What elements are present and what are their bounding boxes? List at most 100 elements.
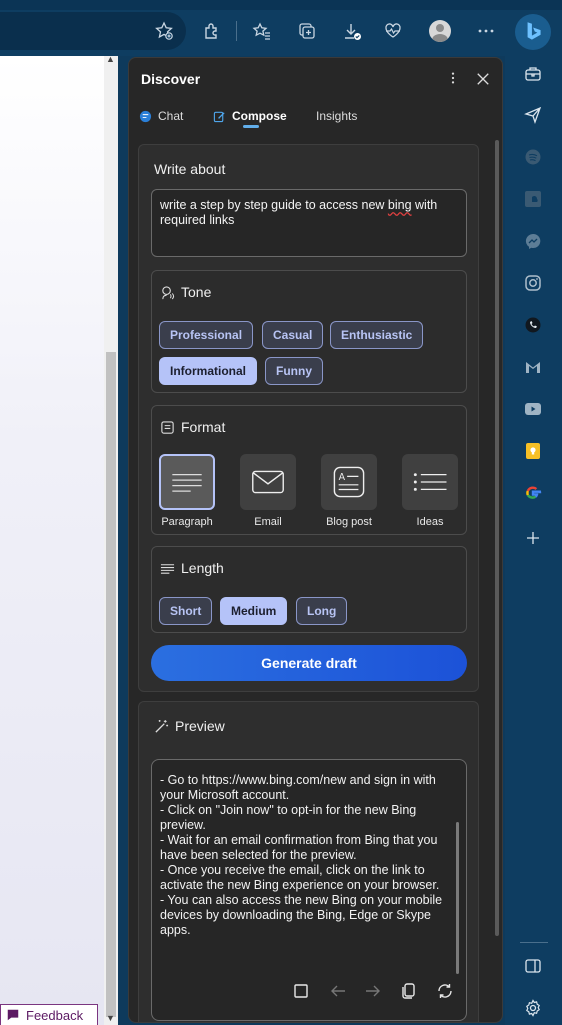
profile-avatar[interactable] — [427, 18, 453, 44]
tab-insights[interactable]: Insights — [316, 106, 357, 126]
preview-line: - Go to https://www.bing.com/new and sig… — [160, 773, 436, 802]
toolbar-separator — [236, 21, 237, 41]
tone-header: Tone — [160, 284, 211, 300]
tone-label: Tone — [181, 284, 212, 300]
tone-casual-chip[interactable]: Casual — [262, 321, 324, 349]
tone-card: Tone Professional Casual Enthusiastic In… — [151, 270, 467, 393]
panel-scrollbar[interactable] — [495, 140, 499, 936]
browser-toolbar — [0, 10, 562, 56]
youtube-icon[interactable] — [521, 397, 545, 421]
write-about-input[interactable]: write a step by step guide to access new… — [151, 189, 467, 257]
web-page-content — [0, 56, 104, 1025]
scroll-up-arrow-icon[interactable]: ▲ — [106, 54, 115, 64]
settings-icon[interactable] — [521, 996, 545, 1020]
format-ideas-option[interactable]: Ideas — [401, 454, 459, 528]
feedback-icon — [7, 1009, 19, 1021]
ideas-icon — [402, 454, 458, 510]
previous-icon[interactable] — [327, 980, 349, 1002]
feedback-button[interactable]: Feedback — [0, 1004, 98, 1025]
generate-draft-button[interactable]: Generate draft — [151, 645, 467, 681]
format-icon — [161, 420, 174, 434]
google-icon[interactable] — [521, 481, 545, 505]
soundcloud-icon[interactable] — [521, 187, 545, 211]
split-panel-icon[interactable] — [521, 954, 545, 978]
stop-icon[interactable] — [290, 980, 312, 1002]
more-icon[interactable] — [473, 18, 499, 44]
favorites-icon[interactable] — [249, 18, 275, 44]
length-label: Length — [181, 560, 224, 576]
tab-chat-label: Chat — [158, 109, 184, 123]
chat-icon — [139, 110, 152, 122]
tone-professional-chip[interactable]: Professional — [159, 321, 254, 349]
length-card: Length Short Medium Long — [151, 546, 467, 633]
copy-icon[interactable] — [398, 980, 420, 1002]
format-blog-post-label: Blog post — [326, 516, 372, 528]
extensions-icon[interactable] — [199, 18, 225, 44]
page-scrollbar-thumb[interactable] — [106, 352, 116, 1017]
preview-header: Preview — [154, 718, 225, 734]
format-email-option[interactable]: Email — [239, 454, 297, 528]
favorite-add-icon[interactable] — [151, 18, 177, 44]
preview-output-box[interactable]: - Go to https://www.bing.com/new and sig… — [151, 759, 467, 1021]
length-long-chip[interactable]: Long — [296, 597, 348, 625]
next-icon[interactable] — [362, 980, 384, 1002]
tone-enthusiastic-chip[interactable]: Enthusiastic — [330, 321, 424, 349]
write-about-text-before: write a step by step guide to access new — [160, 198, 388, 212]
length-medium-chip[interactable]: Medium — [220, 597, 288, 625]
format-card: Format Paragraph Email A Blog post Ideas — [151, 405, 467, 535]
scroll-down-arrow-icon[interactable]: ▼ — [106, 1013, 115, 1023]
preview-line: - Wait for an email confirmation from Bi… — [160, 833, 438, 862]
preview-actions — [152, 980, 468, 1004]
preview-label: Preview — [175, 718, 225, 734]
preview-line: - Once you receive the email, click on t… — [160, 863, 440, 892]
preview-scrollbar[interactable] — [456, 822, 459, 974]
instagram-icon[interactable] — [521, 271, 545, 295]
bing-icon[interactable] — [515, 14, 551, 50]
browser-essentials-icon[interactable] — [380, 18, 406, 44]
compose-icon — [213, 111, 225, 122]
panel-title: Discover — [141, 71, 201, 87]
whatsapp-icon[interactable] — [521, 313, 545, 337]
email-icon — [240, 454, 296, 510]
close-icon[interactable] — [472, 68, 494, 90]
preview-card: Preview - Go to https://www.bing.com/new… — [138, 701, 479, 1022]
svg-text:A: A — [339, 472, 346, 483]
format-paragraph-label: Paragraph — [161, 516, 213, 528]
tone-informational-chip[interactable]: Informational — [159, 357, 258, 385]
preview-line: - Click on "Join now" to opt-in for the … — [160, 803, 417, 832]
edge-sidebar — [505, 56, 562, 1025]
tone-funny-chip[interactable]: Funny — [265, 357, 323, 385]
regenerate-icon[interactable] — [434, 980, 456, 1002]
panel-more-icon[interactable] — [443, 68, 463, 88]
compose-card: Write about write a step by step guide t… — [138, 144, 479, 692]
tab-compose-label: Compose — [232, 109, 287, 123]
magic-wand-icon — [155, 719, 169, 733]
format-label: Format — [181, 419, 226, 435]
add-icon[interactable] — [521, 526, 545, 550]
discover-panel: Discover Chat Compose Insights Write abo… — [128, 57, 503, 1023]
misspelled-word: bing — [387, 198, 412, 212]
length-short-chip[interactable]: Short — [159, 597, 213, 625]
format-paragraph-option[interactable]: Paragraph — [158, 454, 216, 528]
format-blog-post-option[interactable]: A Blog post — [320, 454, 378, 528]
sidebar-divider — [520, 942, 548, 943]
feedback-label: Feedback — [26, 1007, 84, 1023]
format-ideas-label: Ideas — [416, 516, 444, 528]
gmail-icon[interactable] — [521, 355, 545, 379]
length-header: Length — [160, 560, 224, 576]
keep-notes-icon[interactable] — [521, 439, 545, 463]
format-header: Format — [160, 419, 225, 435]
spotify-icon[interactable] — [521, 145, 545, 169]
collections-icon[interactable] — [294, 18, 320, 44]
downloads-icon[interactable] — [339, 18, 365, 44]
messenger-icon[interactable] — [521, 229, 545, 253]
tab-chat[interactable]: Chat — [139, 106, 183, 126]
tab-insights-label: Insights — [316, 109, 358, 123]
send-icon[interactable] — [521, 103, 545, 127]
length-icon — [160, 563, 175, 574]
paragraph-icon — [159, 454, 215, 510]
format-email-label: Email — [254, 516, 282, 528]
tone-icon — [162, 285, 175, 299]
tools-icon[interactable] — [521, 62, 545, 86]
tab-compose[interactable]: Compose — [213, 106, 287, 126]
